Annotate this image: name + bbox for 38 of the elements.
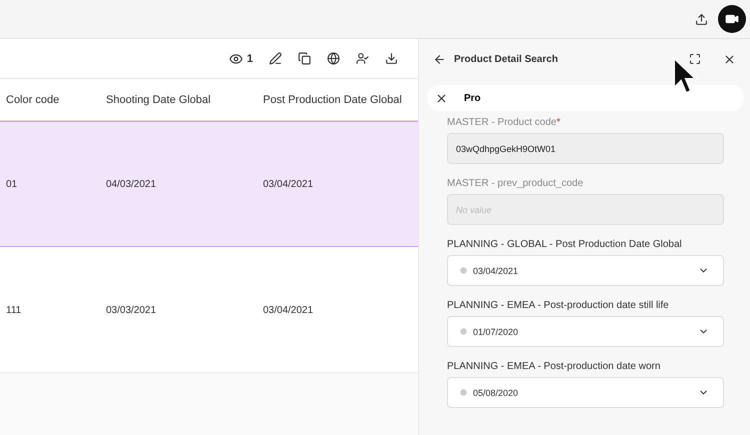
upload-icon[interactable]: [695, 12, 708, 26]
search-field[interactable]: Pro: [427, 85, 744, 111]
clear-icon: [460, 389, 467, 396]
download-icon[interactable]: [385, 52, 398, 65]
table-row[interactable]: 01 04/03/2021 03/04/2021: [0, 121, 418, 247]
copy-icon[interactable]: [298, 52, 311, 65]
eye-icon[interactable]: [228, 52, 243, 66]
view-count: 1: [246, 52, 253, 64]
date-dropdown[interactable]: 03/04/2021: [447, 255, 724, 286]
fullscreen-icon[interactable]: [689, 53, 701, 65]
table-cell-text: 03/03/2021: [105, 304, 158, 316]
close-icon[interactable]: [723, 52, 736, 66]
globe-icon[interactable]: [327, 52, 340, 65]
video-camera-icon: [725, 12, 739, 26]
field-label: PLANNING - EMEA - Post-production date still life: [447, 300, 670, 311]
clear-icon: [460, 267, 467, 274]
date-dropdown[interactable]: 05/08/2020: [447, 377, 724, 408]
table-cell-text: 04/03/2021: [105, 178, 158, 190]
back-arrow-icon[interactable]: [433, 52, 446, 66]
column-header[interactable]: Post Production Date Global: [257, 94, 418, 106]
column-header[interactable]: Shooting Date Global: [100, 94, 257, 106]
field-label: PLANNING - EMEA - Post-production date worn: [447, 361, 662, 372]
column-header[interactable]: Color code: [0, 94, 100, 106]
field-label: PLANNING - GLOBAL - Post Production Date Global: [447, 239, 683, 250]
table-cell-text: 111: [5, 304, 22, 316]
video-button[interactable]: [718, 5, 746, 33]
table-cell-text: 01: [5, 178, 18, 190]
table-cell-text: 03/04/2021: [262, 304, 314, 316]
date-dropdown[interactable]: 01/07/2020: [447, 316, 724, 347]
field-label: MASTER - Product code*: [447, 117, 562, 128]
field-label: MASTER - prev_product_code: [447, 178, 584, 189]
panel-title: Product Detail Search: [454, 54, 559, 64]
clear-icon[interactable]: [435, 92, 448, 104]
search-input[interactable]: Pro: [462, 92, 662, 104]
clear-icon: [460, 328, 467, 335]
table-cell-text: 03/04/2021: [262, 178, 314, 190]
user-check-icon[interactable]: [356, 52, 369, 65]
pen-icon[interactable]: [269, 52, 282, 65]
